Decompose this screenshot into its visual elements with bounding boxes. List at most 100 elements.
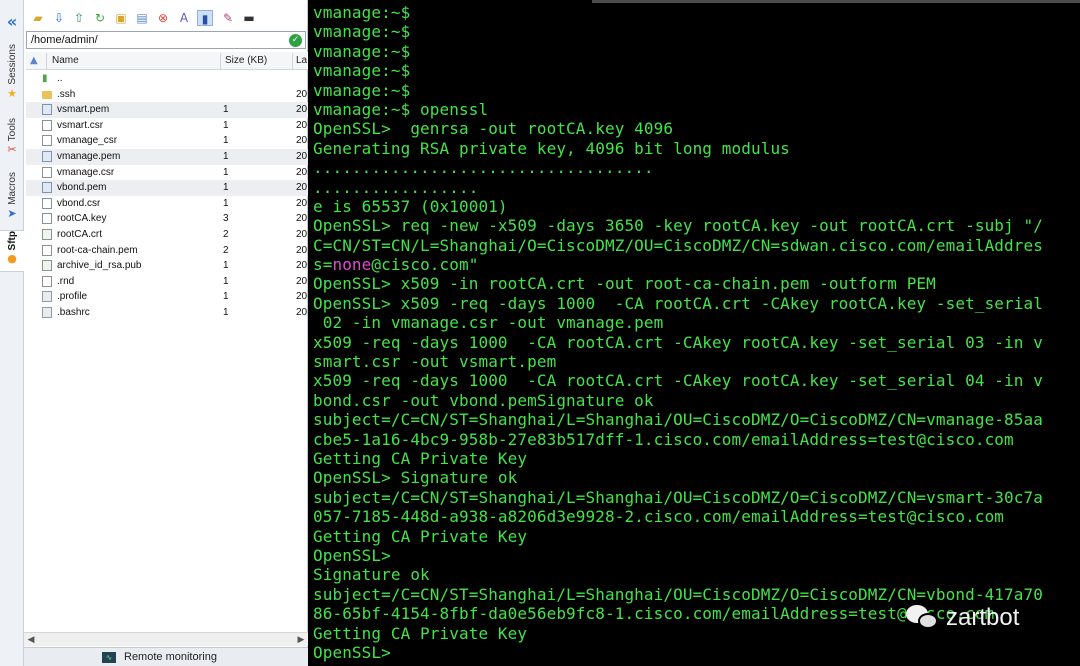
file-row[interactable]: rootCA.key 3 20 [26, 211, 308, 227]
file-row[interactable]: vsmart.csr 1 20 [26, 118, 308, 134]
new-file-icon[interactable]: ▤ [134, 10, 150, 26]
terminal-line: Generating RSA private key, 4096 bit lon… [313, 138, 790, 158]
terminal-line: OpenSSL> [313, 545, 391, 565]
remote-monitoring-bar[interactable]: ∿ Remote monitoring [24, 647, 308, 666]
column-divider[interactable] [220, 53, 221, 69]
terminal-line: vmanage:~$ [313, 3, 411, 22]
file-date: 20 [296, 88, 308, 100]
file-date: 20 [296, 182, 308, 194]
file-icon [42, 291, 52, 303]
file-size: 1 [223, 260, 229, 272]
file-date: 20 [296, 150, 308, 162]
tools-icon: ✂ [7, 143, 17, 157]
file-list-header: ▲ Name Size (KB) La [26, 52, 308, 70]
properties-icon[interactable]: ▮ [197, 10, 213, 26]
horizontal-scrollbar[interactable]: ◀ ▶ [24, 632, 308, 646]
file-row[interactable]: root-ca-chain.pem 2 20 [26, 243, 308, 259]
sftp-toolbar: ▰ ⇩ ⇧ ↻ ▣ ▤ ⊗ A ▮ ✎ ▬ [24, 6, 308, 30]
terminal-line: OpenSSL> req -new -x509 -days 3650 -key … [313, 216, 1043, 236]
side-tab-strip: « Sessions ★ Tools ✂ Macros ➤ Sftp ● [0, 0, 24, 666]
terminal-line: vmanage:~$ [313, 61, 411, 81]
terminal-line: 057-7185-448d-a938-a8206d3e9928-2.cisco.… [313, 507, 1005, 527]
terminal-line: s=none@cisco.com" [313, 255, 479, 275]
tab-tools[interactable]: Tools ✂ [0, 118, 24, 168]
file-icon [42, 104, 52, 116]
file-icon [42, 197, 52, 209]
file-icon [42, 213, 52, 225]
file-size: 1 [223, 119, 229, 131]
column-size[interactable]: Size (KB) [225, 55, 267, 66]
file-icon [42, 228, 52, 240]
file-icon [42, 260, 52, 272]
rename-icon[interactable]: A [176, 10, 192, 26]
terminal-line: smart.csr -out vsmart.pem [313, 352, 557, 372]
file-date: 20 [296, 244, 308, 256]
terminal-icon[interactable]: ▬ [241, 10, 257, 26]
highlighted-word: none [332, 255, 372, 275]
tab-sessions[interactable]: Sessions ★ [0, 44, 24, 110]
path-value: /home/admin/ [31, 34, 98, 46]
file-size: 1 [223, 306, 229, 318]
refresh-icon[interactable]: ↻ [92, 10, 108, 26]
watermark-text: zartbot [946, 604, 1020, 631]
column-name[interactable]: Name [52, 55, 79, 66]
edit-icon[interactable]: ✎ [220, 10, 236, 26]
file-name: rootCA.key [57, 213, 107, 225]
folder-up-icon[interactable]: ▰ [30, 10, 46, 26]
tab-sftp[interactable]: Sftp ● [0, 230, 24, 272]
scroll-right-icon[interactable]: ▶ [294, 633, 308, 647]
scroll-left-icon[interactable]: ◀ [24, 633, 38, 647]
path-field[interactable]: /home/admin/ ✓ [26, 31, 306, 49]
file-name: .. [57, 73, 63, 84]
terminal-output[interactable]: vmanage:~$ vmanage:~$ vmanage:~$ vmanage:~$… [313, 3, 1043, 662]
new-folder-icon[interactable]: ▣ [113, 10, 129, 26]
terminal-line: ................. [313, 177, 479, 197]
terminal-line: Signature ok [313, 565, 430, 585]
file-row[interactable]: .rnd 1 20 [26, 274, 308, 290]
file-name: .profile [57, 291, 88, 303]
file-size: 2 [223, 228, 229, 240]
file-size: 2 [223, 244, 229, 256]
column-divider[interactable] [292, 53, 293, 69]
file-row[interactable]: vsmart.pem 1 20 [26, 102, 308, 118]
follow-terminal-check-icon[interactable]: ✓ [289, 34, 302, 47]
delete-icon[interactable]: ⊗ [155, 10, 171, 26]
file-name: vsmart.pem [57, 104, 110, 116]
tab-macros[interactable]: Macros ➤ [0, 172, 24, 226]
parent-dir-icon[interactable]: ▲ [30, 55, 38, 66]
collapse-panel-icon[interactable]: « [4, 14, 20, 30]
file-icon [42, 166, 52, 178]
file-row[interactable]: .bashrc 1 20 [26, 305, 308, 321]
file-row[interactable]: archive_id_rsa.pub 1 20 [26, 258, 308, 274]
file-size: 1 [223, 150, 229, 162]
file-row[interactable]: .ssh 20 [26, 87, 308, 103]
file-name: vsmart.csr [57, 119, 104, 131]
column-last-modified[interactable]: La [296, 55, 307, 66]
file-row[interactable]: vmanage.csr 1 20 [26, 165, 308, 181]
file-row[interactable]: vbond.pem 1 20 [26, 180, 308, 196]
file-icon [42, 306, 52, 318]
file-row[interactable]: vbond.csr 1 20 [26, 196, 308, 212]
file-size: 3 [223, 213, 229, 225]
terminal-window[interactable]: vmanage:~$ vmanage:~$ vmanage:~$ vmanage:~$… [308, 0, 1080, 666]
column-divider[interactable] [46, 53, 47, 69]
monitor-icon: ∿ [102, 652, 116, 663]
file-size: 1 [223, 197, 229, 209]
file-date: 20 [296, 104, 308, 116]
file-row[interactable]: .profile 1 20 [26, 289, 308, 305]
file-date: 20 [296, 166, 308, 178]
file-date: 20 [296, 260, 308, 272]
sftp-panel: ▰ ⇩ ⇧ ↻ ▣ ▤ ⊗ A ▮ ✎ ▬ /home/admin/ ✓ ▲ N… [24, 0, 308, 666]
file-row[interactable]: vmanage.pem 1 20 [26, 148, 308, 165]
upload-icon[interactable]: ⇧ [71, 10, 87, 26]
file-name: vbond.csr [57, 197, 101, 209]
file-row[interactable]: vmanage_csr 1 20 [26, 133, 308, 149]
terminal-line: subject=/C=CN/ST=Shanghai/L=Shanghai/OU=… [313, 487, 1043, 507]
file-row[interactable]: rootCA.crt 2 20 [26, 227, 308, 243]
file-name: rootCA.crt [57, 228, 103, 240]
download-icon[interactable]: ⇩ [51, 10, 67, 26]
file-row[interactable]: ▮.. [26, 71, 308, 87]
file-name: archive_id_rsa.pub [57, 260, 142, 272]
file-size: 1 [223, 135, 229, 147]
terminal-line: e is 65537 (0x10001) [313, 196, 508, 216]
